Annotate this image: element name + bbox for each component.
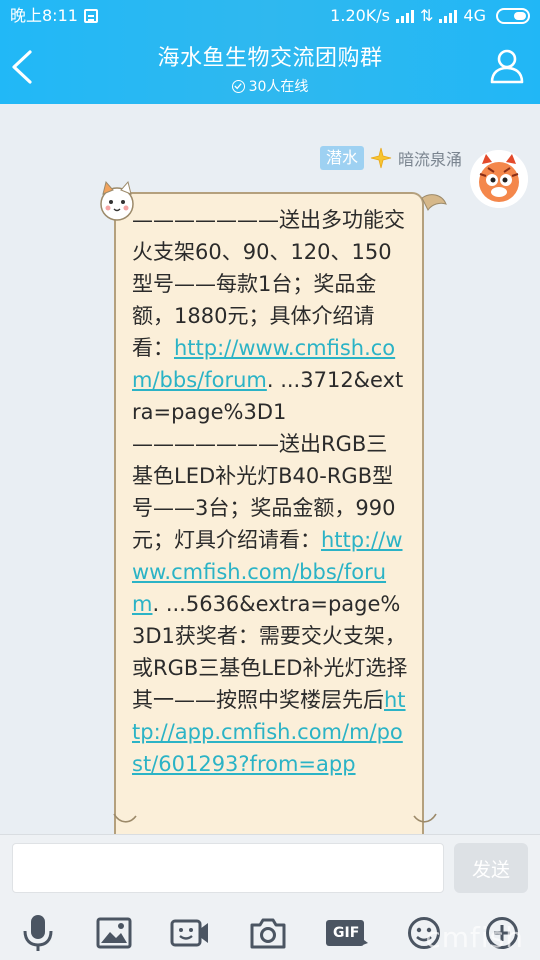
chat-area[interactable]: 潜水 暗流泉涌 ———————送出多功能交火支架60、90、120、150型号—… xyxy=(0,104,540,916)
send-button[interactable]: 发送 xyxy=(454,843,528,893)
gif-button[interactable]: GIF xyxy=(324,913,368,953)
group-members-icon[interactable] xyxy=(488,48,526,84)
signal-icon-2 xyxy=(439,9,458,23)
network-type: 4G xyxy=(463,6,486,25)
member-role-badge: 潜水 xyxy=(319,146,364,170)
online-status: 30人在线 xyxy=(231,76,309,96)
bubble-cat-decoration-icon xyxy=(100,180,134,221)
message-part-3: . ...5636&extra=page%3D1获奖者：需要交火支架，或RGB三… xyxy=(132,592,408,712)
sender-avatar[interactable] xyxy=(470,150,528,208)
sparkle-icon xyxy=(370,147,392,169)
message-input[interactable] xyxy=(12,843,444,893)
sender-info: 潜水 暗流泉涌 xyxy=(319,146,462,170)
camera-icon xyxy=(250,918,286,949)
message-text: ———————送出多功能交火支架60、90、120、150型号——每款1台；奖品… xyxy=(132,204,408,780)
notification-icon xyxy=(83,9,98,23)
microphone-icon xyxy=(23,915,53,951)
status-bar: 晚上8:11 1.20K/s ⇅ 4G xyxy=(0,0,540,32)
voice-button[interactable] xyxy=(18,913,58,953)
group-title[interactable]: 海水鱼生物交流团购群 xyxy=(0,40,540,72)
data-transfer-icon: ⇅ xyxy=(420,6,434,25)
battery-icon xyxy=(496,8,530,24)
sender-name[interactable]: 暗流泉涌 xyxy=(398,146,462,170)
image-button[interactable] xyxy=(94,913,134,953)
signal-icon xyxy=(396,9,415,23)
message-bubble[interactable]: ———————送出多功能交火支架60、90、120、150型号——每款1台；奖品… xyxy=(114,192,424,916)
status-time: 晚上8:11 xyxy=(10,6,78,25)
watermark: cmfish xyxy=(425,921,524,954)
network-speed: 1.20K/s xyxy=(330,6,391,25)
top-bar: 晚上8:11 1.20K/s ⇅ 4G 海水鱼生物交流团购群 30人在线 xyxy=(0,0,540,104)
online-count: 30人在线 xyxy=(248,79,309,95)
input-area: 发送 GIF cmfish xyxy=(0,834,540,960)
image-icon xyxy=(96,917,132,949)
message-part-2: . ...3712&extra=page%3D1———————送出RGB三基色L… xyxy=(132,368,404,552)
video-icon xyxy=(170,919,208,947)
camera-button[interactable] xyxy=(248,913,288,953)
bubble-corner-decoration-icon xyxy=(421,194,447,211)
gif-label: GIF xyxy=(333,925,360,941)
video-button[interactable] xyxy=(170,913,210,953)
bubble-scroll-decoration-icon xyxy=(113,813,437,823)
online-check-icon xyxy=(231,79,245,93)
